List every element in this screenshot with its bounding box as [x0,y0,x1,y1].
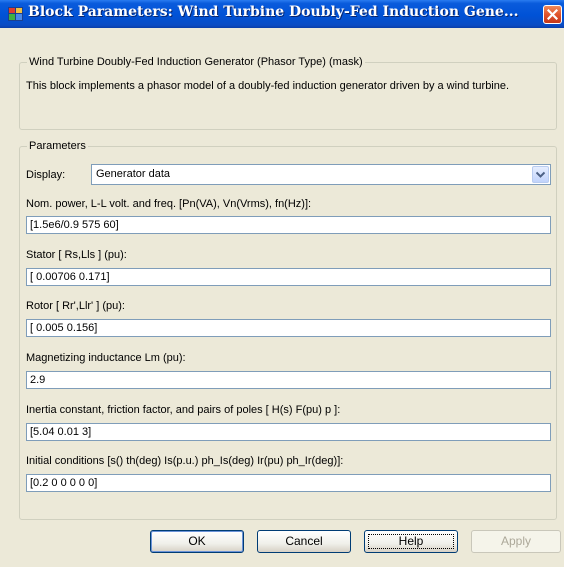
apply-button[interactable]: Apply [471,530,561,553]
rotor-field[interactable]: [ 0.005 0.156] [26,319,551,337]
close-button[interactable] [543,5,562,24]
mask-group: Wind Turbine Doubly-Fed Induction Genera… [19,56,557,130]
display-select-value: Generator data [96,168,170,180]
nominal-field[interactable]: [1.5e6/0.9 575 60] [26,216,551,234]
stator-label: Stator [ Rs,Lls ] (pu): [26,249,127,261]
title-bar[interactable]: Block Parameters: Wind Turbine Doubly-Fe… [0,0,564,28]
magnetizing-label: Magnetizing inductance Lm (pu): [26,352,186,364]
mask-description: This block implements a phasor model of … [26,80,510,92]
magnetizing-field[interactable]: 2.9 [26,371,551,389]
help-button[interactable]: Help [364,530,458,553]
display-select[interactable]: Generator data [91,164,551,185]
display-label: Display: [26,169,66,181]
initial-conditions-field[interactable]: [0.2 0 0 0 0 0] [26,474,551,492]
focus-ring [368,534,454,549]
nominal-label: Nom. power, L-L volt. and freq. [Pn(VA),… [26,198,312,210]
chevron-down-icon [536,171,545,178]
parameters-legend: Parameters [27,140,88,152]
stator-field[interactable]: [ 0.00706 0.171] [26,268,551,286]
dropdown-button[interactable] [532,166,549,183]
simulink-block-icon[interactable] [8,7,23,21]
window-title: Block Parameters: Wind Turbine Doubly-Fe… [28,4,519,20]
initial-conditions-label: Initial conditions [s() th(deg) Is(p.u.)… [26,455,344,467]
inertia-label: Inertia constant, friction factor, and p… [26,404,341,416]
rotor-label: Rotor [ Rr',Llr' ] (pu): [26,300,125,312]
inertia-field[interactable]: [5.04 0.01 3] [26,423,551,441]
mask-legend: Wind Turbine Doubly-Fed Induction Genera… [27,56,365,68]
cancel-button[interactable]: Cancel [257,530,351,553]
ok-button[interactable]: OK [150,530,244,553]
